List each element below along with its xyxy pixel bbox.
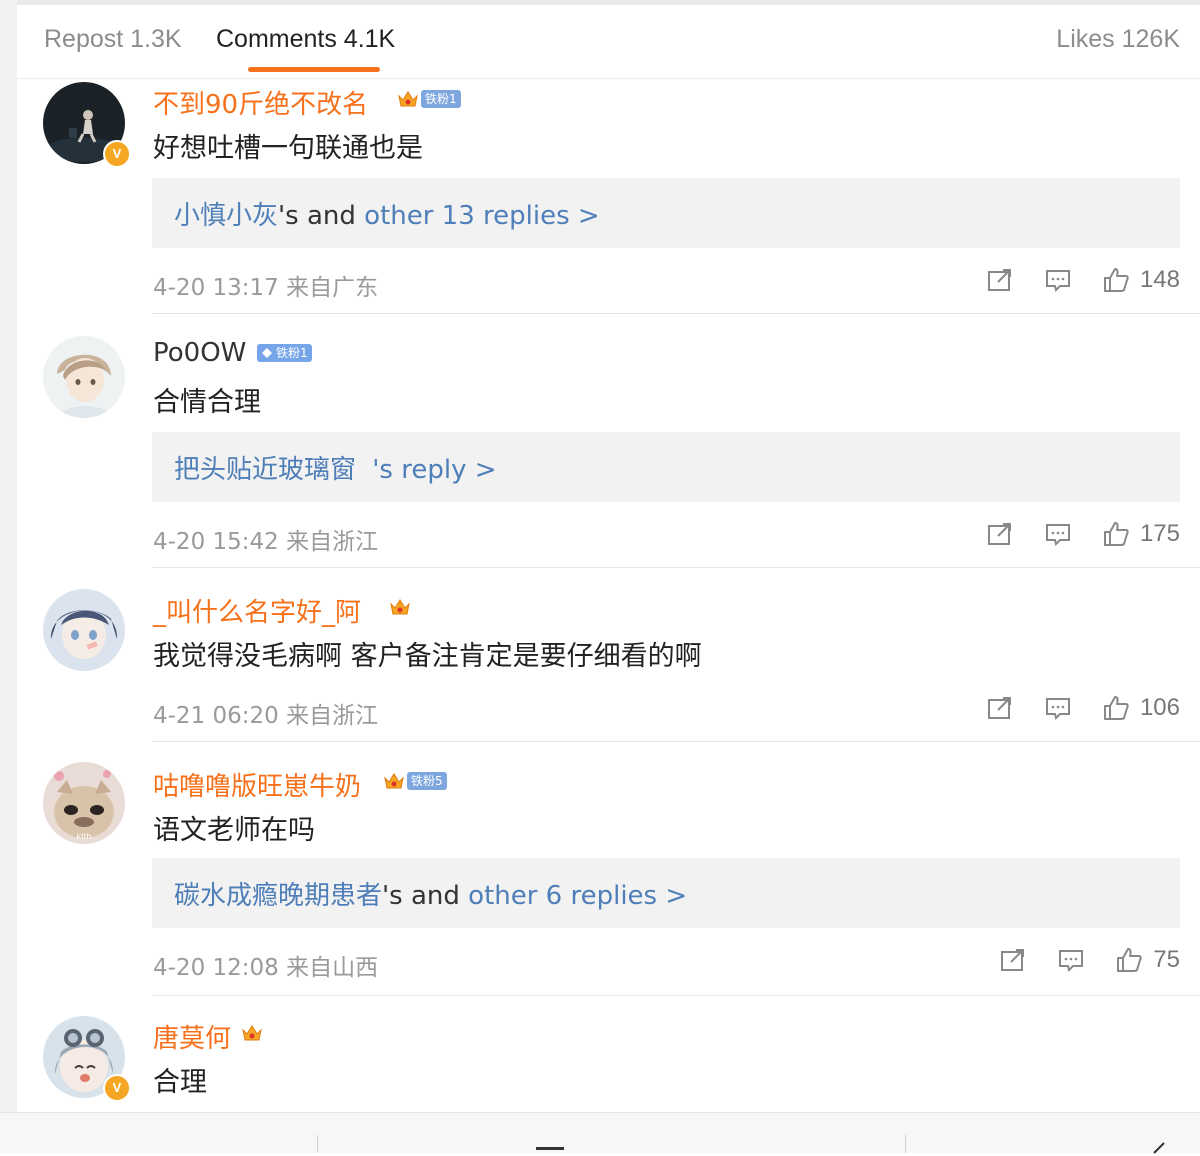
comment-item: Po0OW 铁粉1 合情合理 把头贴近玻璃窗 's reply > 4-20 1…	[17, 314, 1200, 568]
toolbar-divider	[317, 1135, 318, 1153]
username[interactable]: 唐莫何	[153, 1018, 231, 1055]
user-badges: 铁粉5	[383, 770, 447, 792]
comment-item: kith 咕噜噜版旺崽牛奶 铁粉5 语文老师在吗 碳水成瘾晚期患者's and …	[17, 742, 1200, 996]
comment-text: 我觉得没毛病啊 客户备注肯定是要仔细看的啊	[153, 641, 702, 672]
comment-meta: 4-20 12:08 来自山西	[153, 955, 379, 981]
username[interactable]: 不到90斤绝不改名	[153, 84, 368, 121]
user-badges: 铁粉1	[397, 88, 461, 110]
reply-preview[interactable]: 小慎小灰's and other 13 replies >	[152, 178, 1180, 248]
comment-meta: 4-21 06:20 来自浙江	[153, 703, 379, 729]
share-icon[interactable]	[986, 266, 1014, 294]
crown-icon	[384, 773, 404, 789]
comment-icon[interactable]	[1044, 266, 1072, 294]
like-count: 106	[1139, 694, 1180, 721]
like-count: 75	[1153, 946, 1180, 973]
bottom-toolbar	[0, 1112, 1200, 1155]
more-replies-link[interactable]: other 13 replies >	[364, 201, 600, 231]
comment-actions: 175	[986, 520, 1180, 548]
comment-item: _叫什么名字好_阿 我觉得没毛病啊 客户备注肯定是要仔细看的啊 4-21 06:…	[17, 568, 1200, 742]
crown-icon	[390, 599, 410, 615]
avatar[interactable]	[43, 589, 125, 671]
comment-item: V 唐莫何 合理	[17, 996, 1200, 1112]
comment-text: 好想吐槽一句联通也是	[153, 133, 423, 164]
user-badges	[389, 596, 411, 618]
user-badges: 铁粉1	[257, 344, 312, 362]
toolbar-divider	[905, 1135, 906, 1153]
share-icon[interactable]	[986, 520, 1014, 548]
thumbs-up-icon[interactable]	[1102, 266, 1130, 294]
fan-badge: 铁粉1	[421, 90, 461, 108]
avatar[interactable]: kith	[43, 762, 125, 844]
tab-bar: Repost 1.3K Comments 4.1K Likes 126K	[17, 5, 1200, 79]
left-gutter	[0, 0, 17, 1152]
username[interactable]: _叫什么名字好_阿	[153, 592, 361, 629]
reply-link[interactable]: 's reply >	[364, 455, 496, 485]
comment-text: 语文老师在吗	[153, 815, 315, 846]
thumbs-up-icon[interactable]	[1115, 946, 1143, 974]
more-replies-link[interactable]: other 6 replies >	[468, 881, 687, 911]
like-count: 175	[1139, 520, 1180, 547]
comment-meta: 4-20 15:42 来自浙江	[153, 529, 379, 555]
comment-icon[interactable]	[1057, 946, 1085, 974]
comment-meta: 4-20 13:17 来自广东	[153, 275, 379, 301]
verified-icon: V	[103, 1074, 131, 1102]
comment-actions: 148	[986, 266, 1180, 294]
thumbs-up-icon[interactable]	[1102, 520, 1130, 548]
like-count: 148	[1139, 266, 1180, 293]
user-badges	[241, 1022, 263, 1044]
tab-likes[interactable]: Likes 126K	[1056, 25, 1180, 54]
reply-preview[interactable]: 把头贴近玻璃窗 's reply >	[152, 432, 1180, 502]
reply-user[interactable]: 小慎小灰	[174, 201, 278, 231]
tab-repost[interactable]: Repost 1.3K	[44, 25, 182, 54]
comment-actions: 106	[986, 694, 1180, 722]
reply-preview[interactable]: 碳水成瘾晚期患者's and other 6 replies >	[152, 858, 1180, 928]
comment-item: V 不到90斤绝不改名 铁粉1 好想吐槽一句联通也是 小慎小灰's and ot…	[17, 78, 1200, 314]
username[interactable]: 咕噜噜版旺崽牛奶	[153, 766, 361, 803]
comment-text: 合情合理	[153, 387, 261, 418]
reply-connector: 's and	[382, 881, 469, 911]
reply-connector: 's and	[278, 201, 365, 231]
share-icon[interactable]	[999, 946, 1027, 974]
edit-icon[interactable]	[1152, 1139, 1168, 1155]
fan-badge: 铁粉5	[407, 772, 447, 790]
reply-user[interactable]: 把头贴近玻璃窗	[174, 455, 356, 485]
avatar[interactable]	[43, 336, 125, 418]
avatar-label: kith	[76, 832, 91, 841]
fan-badge: 铁粉1	[257, 344, 312, 362]
comment-actions: 75	[999, 946, 1180, 974]
comment-text: 合理	[153, 1067, 207, 1098]
comment-icon[interactable]	[1044, 694, 1072, 722]
tab-comments[interactable]: Comments 4.1K	[216, 25, 395, 54]
active-tab-indicator	[248, 67, 380, 72]
reply-user[interactable]: 碳水成瘾晚期患者	[174, 881, 382, 911]
crown-icon	[242, 1025, 262, 1041]
share-icon[interactable]	[986, 694, 1014, 722]
comment-icon[interactable]	[1044, 520, 1072, 548]
verified-icon: V	[103, 140, 131, 168]
diamond-icon	[262, 348, 272, 358]
username[interactable]: Po0OW	[153, 338, 246, 368]
thumbs-up-icon[interactable]	[1102, 694, 1130, 722]
crown-icon	[398, 91, 418, 107]
